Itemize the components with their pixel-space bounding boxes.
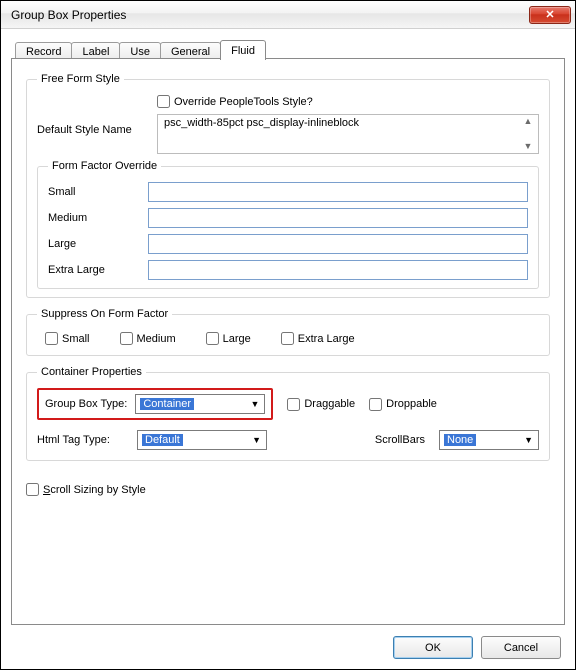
ffo-xlarge-input[interactable]: [148, 260, 528, 280]
html-tag-type-combo[interactable]: Default ▼: [137, 430, 267, 450]
suppress-medium-input[interactable]: [120, 332, 133, 345]
default-style-label: Default Style Name: [37, 114, 157, 136]
ok-button[interactable]: OK: [393, 636, 473, 659]
droppable-label: Droppable: [386, 398, 437, 410]
suppress-small-input[interactable]: [45, 332, 58, 345]
group-box-type-value: Container: [140, 398, 194, 410]
override-checkbox-input[interactable]: [157, 95, 170, 108]
ffo-medium-label: Medium: [48, 212, 148, 224]
group-box-type-combo[interactable]: Container ▼: [135, 394, 265, 414]
scrollbars-value: None: [444, 434, 476, 446]
default-style-textbox[interactable]: psc_width-85pct psc_display-inlineblock …: [157, 114, 539, 154]
legend-suppress: Suppress On Form Factor: [37, 308, 172, 320]
spin-buttons[interactable]: ▲ ▼: [520, 117, 536, 151]
legend-form-factor-override: Form Factor Override: [48, 160, 161, 172]
suppress-large-label: Large: [223, 333, 251, 345]
draggable-label: Draggable: [304, 398, 355, 410]
fieldset-container-properties: Container Properties Group Box Type: Con…: [26, 366, 550, 461]
tab-fluid[interactable]: Fluid: [220, 40, 266, 60]
group-box-type-label: Group Box Type:: [45, 398, 127, 410]
suppress-small-label: Small: [62, 333, 90, 345]
chevron-down-icon: ▼: [521, 435, 536, 445]
window-title: Group Box Properties: [11, 8, 529, 22]
dialog-buttons: OK Cancel: [393, 636, 561, 659]
suppress-xlarge-input[interactable]: [281, 332, 294, 345]
override-peopletools-style-checkbox[interactable]: Override PeopleTools Style?: [157, 95, 313, 108]
suppress-medium[interactable]: Medium: [120, 332, 176, 345]
legend-free-form-style: Free Form Style: [37, 73, 124, 85]
close-button[interactable]: ✕: [529, 6, 571, 24]
tab-strip: Record Label Use General Fluid: [15, 37, 565, 59]
close-icon: ✕: [545, 8, 554, 21]
cancel-button[interactable]: Cancel: [481, 636, 561, 659]
ffo-small-input[interactable]: [148, 182, 528, 202]
client-area: Record Label Use General Fluid Free Form…: [1, 29, 575, 669]
scroll-sizing-checkbox[interactable]: Scroll Sizing by Style: [26, 483, 146, 496]
ffo-medium-input[interactable]: [148, 208, 528, 228]
droppable-input[interactable]: [369, 398, 382, 411]
scroll-sizing-input[interactable]: [26, 483, 39, 496]
fieldset-form-factor-override: Form Factor Override Small Medium Large …: [37, 160, 539, 289]
html-tag-type-label: Html Tag Type:: [37, 434, 123, 446]
scrollbars-combo[interactable]: None ▼: [439, 430, 539, 450]
ffo-xlarge-label: Extra Large: [48, 264, 148, 276]
group-box-type-highlight: Group Box Type: Container ▼: [37, 388, 273, 420]
chevron-down-icon: ▼: [249, 435, 264, 445]
fieldset-free-form-style: Free Form Style Override PeopleTools Sty…: [26, 73, 550, 298]
html-tag-type-value: Default: [142, 434, 183, 446]
droppable-checkbox[interactable]: Droppable: [369, 398, 437, 411]
spin-down-icon[interactable]: ▼: [520, 142, 536, 151]
spin-up-icon[interactable]: ▲: [520, 117, 536, 126]
suppress-xlarge[interactable]: Extra Large: [281, 332, 355, 345]
chevron-down-icon: ▼: [247, 399, 262, 409]
suppress-large[interactable]: Large: [206, 332, 251, 345]
tab-page-fluid: Free Form Style Override PeopleTools Sty…: [11, 58, 565, 625]
legend-container-properties: Container Properties: [37, 366, 146, 378]
suppress-large-input[interactable]: [206, 332, 219, 345]
suppress-xlarge-label: Extra Large: [298, 333, 355, 345]
ffo-large-input[interactable]: [148, 234, 528, 254]
scrollbars-label: ScrollBars: [375, 434, 425, 446]
draggable-input[interactable]: [287, 398, 300, 411]
fieldset-suppress: Suppress On Form Factor Small Medium Lar…: [26, 308, 550, 356]
override-checkbox-label: Override PeopleTools Style?: [174, 96, 313, 108]
default-style-value: psc_width-85pct psc_display-inlineblock: [164, 117, 359, 129]
ffo-small-label: Small: [48, 186, 148, 198]
ffo-large-label: Large: [48, 238, 148, 250]
scroll-sizing-label: Scroll Sizing by Style: [43, 484, 146, 496]
title-bar: Group Box Properties ✕: [1, 1, 575, 29]
draggable-checkbox[interactable]: Draggable: [287, 398, 355, 411]
suppress-small[interactable]: Small: [45, 332, 90, 345]
suppress-medium-label: Medium: [137, 333, 176, 345]
